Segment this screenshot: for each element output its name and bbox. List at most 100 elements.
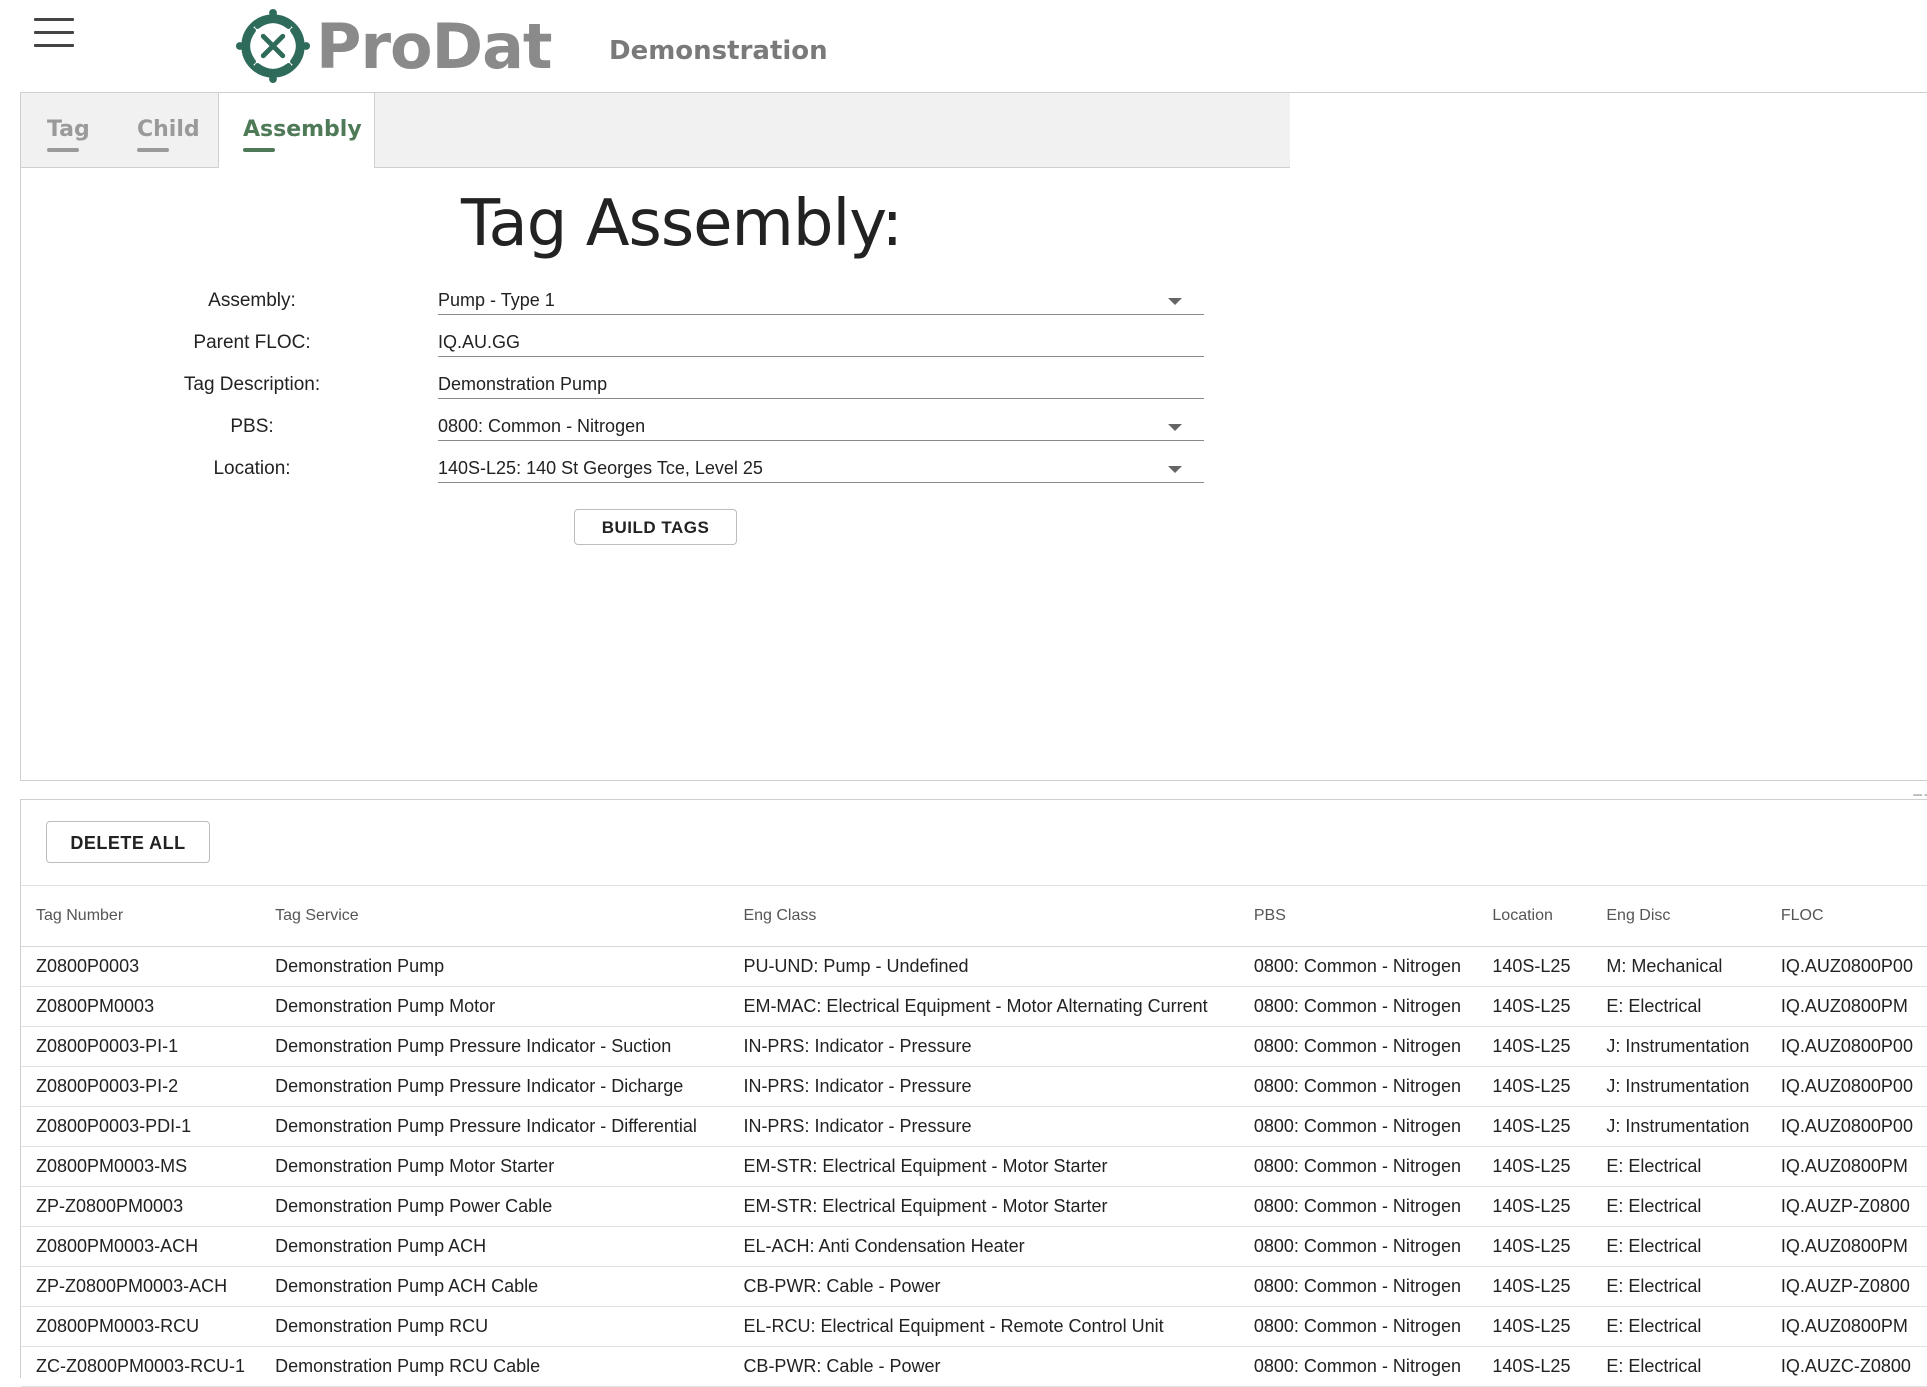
eng-class-cell: EL-ACH: Anti Condensation Heater <box>728 1226 1239 1267</box>
eng-disc-cell: E: Electrical <box>1591 1346 1766 1387</box>
column-header-location[interactable]: Location <box>1477 886 1592 947</box>
pbs-cell: 0800: Common - Nitrogen <box>1238 1346 1478 1387</box>
eng-disc-cell: E: Electrical <box>1591 1226 1766 1267</box>
pbs-cell: 0800: Common - Nitrogen <box>1238 1306 1478 1347</box>
location-select[interactable]: 140S-L25: 140 St Georges Tce, Level 25 <box>438 452 1204 483</box>
location-value: 140S-L25: 140 St Georges Tce, Level 25 <box>438 458 763 478</box>
floc-cell: IQ.AUZ0800P00 <box>1765 946 1927 987</box>
pbs-cell: 0800: Common - Nitrogen <box>1238 1066 1478 1107</box>
table-row[interactable]: Z0800PM0003-RCU Demonstration Pump RCU EL-… <box>21 1306 1927 1347</box>
pbs-cell: 0800: Common - Nitrogen <box>1238 986 1478 1027</box>
eng-class-cell: EM-STR: Electrical Equipment - Motor Sta… <box>728 1186 1239 1227</box>
tab-underline <box>47 148 79 152</box>
eng-class-cell: IN-PRS: Indicator - Pressure <box>728 1066 1239 1107</box>
column-header-floc[interactable]: FLOC <box>1765 886 1927 947</box>
location-cell: 140S-L25 <box>1477 1226 1592 1267</box>
tab-assembly[interactable]: Assembly <box>218 93 375 168</box>
pbs-cell: 0800: Common - Nitrogen <box>1238 1186 1478 1227</box>
table-row[interactable]: ZC-Z0800PM0003-RCU-1 Demonstration Pump R… <box>21 1346 1927 1387</box>
tag-service-cell: Demonstration Pump <box>260 946 729 987</box>
parent-floc-value: IQ.AU.GG <box>438 332 521 352</box>
location-cell: 140S-L25 <box>1477 986 1592 1027</box>
eng-class-cell: CB-PWR: Cable - Power <box>728 1346 1239 1387</box>
tag-number-cell: Z0800P0003 <box>21 946 261 987</box>
parent-floc-label: Parent FLOC: <box>193 332 311 353</box>
table-row[interactable]: Z0800PM0003-ACH Demonstration Pump ACH EL-… <box>21 1226 1927 1267</box>
pbs-select[interactable]: 0800: Common - Nitrogen <box>438 410 1204 441</box>
menu-icon[interactable] <box>34 18 74 50</box>
location-label: Location: <box>213 458 291 479</box>
tag-number-cell: ZP-Z0800PM0003 <box>21 1186 261 1227</box>
tag-number-cell: Z0800P0003-PI-1 <box>21 1026 261 1067</box>
eng-class-cell: CB-PWR: Cable - Power <box>728 1266 1239 1307</box>
tab-underline <box>243 148 275 152</box>
floc-cell: IQ.AUZP-Z0800 <box>1765 1186 1927 1227</box>
assembly-select[interactable]: Pump - Type 1 <box>438 284 1204 315</box>
column-header-pbs[interactable]: PBS <box>1238 886 1478 947</box>
tab-label: Assembly <box>243 117 362 142</box>
eng-disc-cell: J: Instrumentation <box>1591 1066 1766 1107</box>
chevron-down-icon <box>1168 466 1182 473</box>
tag-service-cell: Demonstration Pump RCU <box>260 1306 729 1347</box>
prodat-logo: ProDat <box>234 6 553 86</box>
table-row[interactable]: Z0800PM0003 Demonstration Pump Motor EM-MA… <box>21 986 1927 1027</box>
tag-service-cell: Demonstration Pump Pressure Indicator - … <box>260 1026 729 1067</box>
eng-disc-cell: E: Electrical <box>1591 1146 1766 1187</box>
table-row[interactable]: Z0800P0003-PI-2 Demonstration Pump Pressu… <box>21 1066 1927 1107</box>
tab-label: Tag <box>47 117 90 142</box>
app-name: ProDat <box>316 9 553 83</box>
column-header-eng-disc[interactable]: Eng Disc <box>1591 886 1766 947</box>
pbs-cell: 0800: Common - Nitrogen <box>1238 1266 1478 1307</box>
tags-table: Tag Number Tag Service Eng Class PBS Loc… <box>21 886 1927 1387</box>
table-row[interactable]: Z0800P0003 Demonstration Pump PU-UND: Pump… <box>21 946 1927 987</box>
floc-cell: IQ.AUZ0800PM <box>1765 1306 1927 1347</box>
tag-number-cell: Z0800PM0003-ACH <box>21 1226 261 1267</box>
tag-service-cell: Demonstration Pump Motor Starter <box>260 1146 729 1187</box>
eng-class-cell: IN-PRS: Indicator - Pressure <box>728 1026 1239 1067</box>
pbs-cell: 0800: Common - Nitrogen <box>1238 1226 1478 1267</box>
tag-number-cell: Z0800PM0003-MS <box>21 1146 261 1187</box>
pbs-value: 0800: Common - Nitrogen <box>438 416 646 436</box>
table-row[interactable]: Z0800PM0003-MS Demonstration Pump Motor S… <box>21 1146 1927 1187</box>
location-cell: 140S-L25 <box>1477 1346 1592 1387</box>
location-cell: 140S-L25 <box>1477 1186 1592 1227</box>
assembly-panel: Tag Child Assembly Tag Assembly: Assembl… <box>20 92 1291 781</box>
table-row[interactable]: Z0800P0003-PDI-1 Demonstration Pump Press… <box>21 1106 1927 1147</box>
tags-grid-panel: DELETE ALL Tag Number Tag Service Eng Cl… <box>20 799 1927 1387</box>
pbs-cell: 0800: Common - Nitrogen <box>1238 1026 1478 1067</box>
floc-cell: IQ.AUZ0800PM <box>1765 1146 1927 1187</box>
build-tags-button[interactable]: BUILD TAGS <box>574 509 737 545</box>
tab-label: Child <box>137 117 200 142</box>
delete-all-button[interactable]: DELETE ALL <box>46 821 210 863</box>
tag-description-input[interactable]: Demonstration Pump <box>438 368 1204 399</box>
preview-panel <box>1290 92 1927 781</box>
pbs-cell: 0800: Common - Nitrogen <box>1238 1146 1478 1187</box>
top-bar: ProDat Demonstration <box>0 0 1927 92</box>
tag-service-cell: Demonstration Pump Pressure Indicator - … <box>260 1106 729 1147</box>
eng-disc-cell: E: Electrical <box>1591 1186 1766 1227</box>
column-header-eng-class[interactable]: Eng Class <box>728 886 1239 947</box>
eng-disc-cell: J: Instrumentation <box>1591 1106 1766 1147</box>
tab-underline <box>137 148 169 152</box>
floc-cell: IQ.AUZ0800PM <box>1765 1226 1927 1267</box>
tag-service-cell: Demonstration Pump ACH <box>260 1226 729 1267</box>
eng-class-cell: EM-MAC: Electrical Equipment - Motor Alt… <box>728 986 1239 1027</box>
eng-class-cell: PU-UND: Pump - Undefined <box>728 946 1239 987</box>
table-row[interactable]: Z0800P0003-PI-1 Demonstration Pump Pressu… <box>21 1026 1927 1067</box>
tag-number-cell: Z0800P0003-PDI-1 <box>21 1106 261 1147</box>
tag-service-cell: Demonstration Pump ACH Cable <box>260 1266 729 1307</box>
table-row[interactable]: ZP-Z0800PM0003-ACH Demonstration Pump ACH… <box>21 1266 1927 1307</box>
column-header-tag-number[interactable]: Tag Number <box>21 886 261 947</box>
chevron-down-icon <box>1168 298 1182 305</box>
environment-label: Demonstration <box>609 36 828 66</box>
parent-floc-input[interactable]: IQ.AU.GG <box>438 326 1204 357</box>
tag-number-cell: ZP-Z0800PM0003-ACH <box>21 1266 261 1307</box>
tag-description-label: Tag Description: <box>183 374 321 395</box>
table-row[interactable]: ZP-Z0800PM0003 Demonstration Pump Power C… <box>21 1186 1927 1227</box>
column-header-tag-service[interactable]: Tag Service <box>260 886 729 947</box>
tag-number-cell: Z0800P0003-PI-2 <box>21 1066 261 1107</box>
tag-service-cell: Demonstration Pump RCU Cable <box>260 1346 729 1387</box>
pbs-cell: 0800: Common - Nitrogen <box>1238 946 1478 987</box>
eng-disc-cell: E: Electrical <box>1591 1306 1766 1347</box>
tab-bar: Tag Child Assembly <box>21 93 1290 168</box>
